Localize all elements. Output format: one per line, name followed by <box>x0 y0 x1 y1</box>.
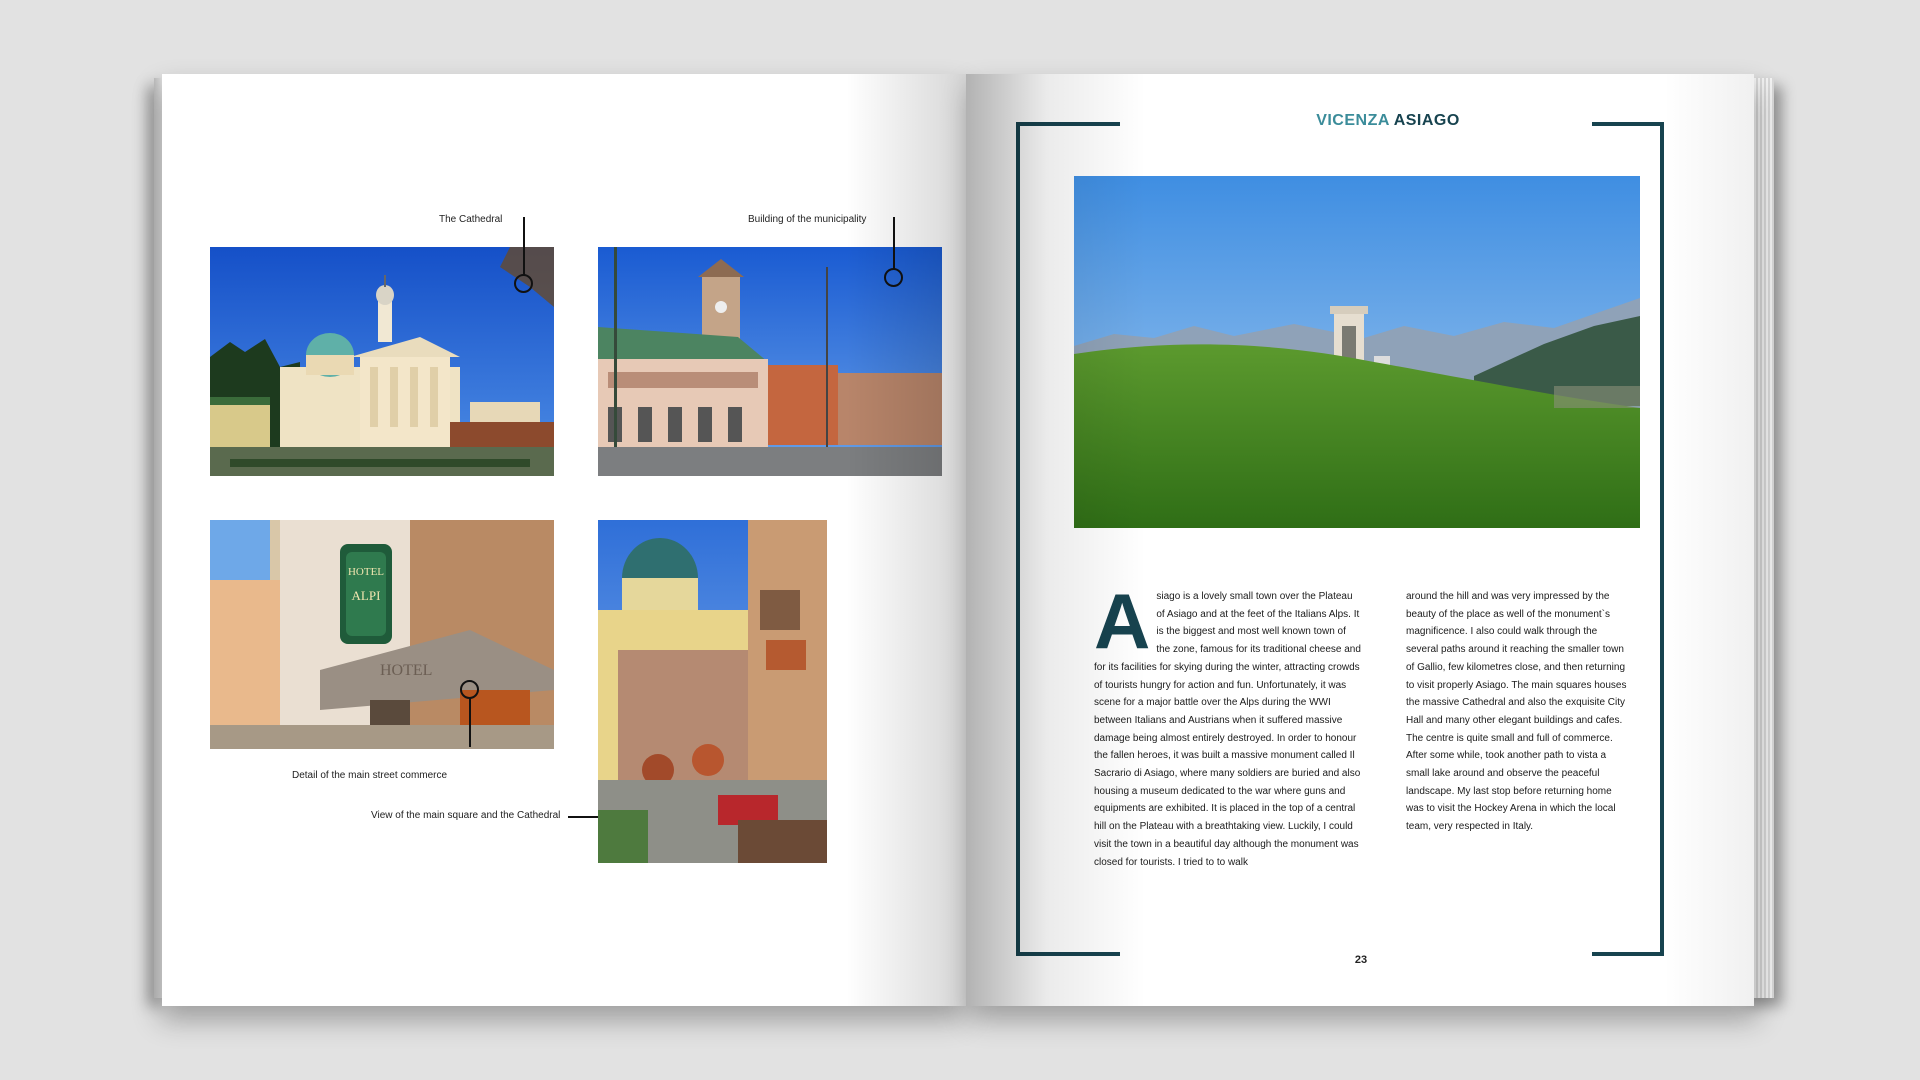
svg-text:HOTEL: HOTEL <box>380 662 432 679</box>
caption-cathedral: The Cathedral <box>439 214 503 225</box>
page-number: 23 <box>1354 954 1368 966</box>
photo-street-commerce: HOTEL ALPI HOTEL <box>210 520 554 749</box>
text-column-2: around the hill and was very impressed b… <box>1406 588 1632 836</box>
photo-landscape-monument <box>1074 176 1640 528</box>
photo-cathedral <box>210 247 554 476</box>
left-page: The Cathedral Building of the municipali… <box>162 74 966 1006</box>
heading-asiago: ASIAGO <box>1393 112 1460 129</box>
caption-square-cathedral: View of the main square and the Cathedra… <box>371 810 561 821</box>
right-page: VICENZA ASIAGO A <box>966 74 1754 1006</box>
page-heading: VICENZA ASIAGO <box>1198 112 1578 130</box>
photo-square-cathedral <box>598 520 827 863</box>
caption-street-commerce: Detail of the main street commerce <box>292 770 448 781</box>
svg-text:ALPI: ALPI <box>352 588 381 603</box>
book-spread-mockup: The Cathedral Building of the municipali… <box>0 0 1920 1080</box>
svg-text:HOTEL: HOTEL <box>348 566 384 578</box>
heading-vicenza: VICENZA <box>1316 112 1390 129</box>
column-2-text: around the hill and was very impressed b… <box>1406 591 1627 833</box>
frame-bottom-right <box>1592 952 1664 956</box>
frame-top-right <box>1592 122 1664 126</box>
